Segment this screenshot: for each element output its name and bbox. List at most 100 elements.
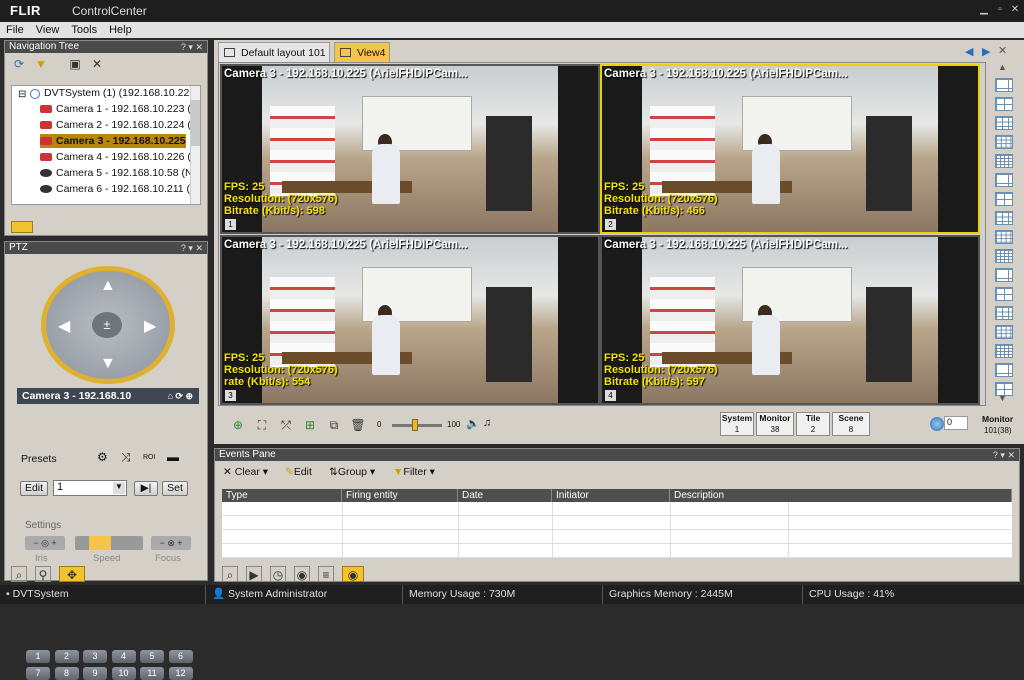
tree-item-camera-3[interactable]: Camera 3 - 192.168.10.225 (40, 134, 186, 148)
list-icon[interactable]: ≡ (318, 566, 334, 582)
filter-icon[interactable]: ▼ (33, 56, 49, 72)
video-tile[interactable]: Camera 3 - 192.168.10.225 (ArielFHDIPCam… (600, 235, 980, 405)
preset-number-button[interactable]: 4 (111, 650, 136, 663)
chevron-down-icon[interactable]: ▼ (113, 482, 125, 494)
search-person-icon[interactable]: ⌕ (11, 566, 27, 582)
layout-option-icon[interactable] (995, 154, 1013, 168)
pan-down-icon[interactable]: ▼ (100, 355, 116, 373)
tree-item-camera-4[interactable]: Camera 4 - 192.168.10.226 ( (40, 150, 191, 164)
monitor-input[interactable]: 0 (944, 416, 968, 430)
layout-option-icon[interactable] (995, 192, 1013, 206)
layout-option-icon[interactable] (995, 344, 1013, 358)
preset-number-button[interactable]: 5 (140, 650, 164, 663)
group-button[interactable]: ⇅Group ▾ (329, 466, 375, 478)
preset-number-button[interactable]: 3 (83, 650, 107, 663)
tree-scrollbar[interactable] (190, 86, 200, 204)
menu-tools[interactable]: Tools (65, 22, 103, 38)
video-tile[interactable]: Camera 3 - 192.168.10.225 (ArielFHDIPCam… (220, 235, 600, 405)
panel-controls[interactable]: ? ▾ ✕ (993, 449, 1015, 461)
layout-option-icon[interactable] (995, 325, 1013, 339)
events-table-body[interactable] (222, 502, 1012, 558)
preset-monitor-icon[interactable]: ▬ (167, 450, 179, 464)
preset-select[interactable]: 1 ▼ (53, 480, 127, 496)
column-type[interactable]: Type (222, 489, 342, 502)
add-camera-icon[interactable]: ⊕ (230, 417, 246, 433)
speed-slider[interactable] (75, 536, 143, 550)
ptz-joystick[interactable]: ▲ ▼ ◀ ▶ ± (41, 266, 175, 384)
minimize-icon[interactable]: ▁ (978, 3, 990, 16)
tab-view4[interactable]: View4 (334, 42, 390, 62)
search-icon[interactable]: ⚲ (35, 566, 51, 582)
filter-button[interactable]: ▼Filter ▾ (393, 466, 435, 478)
pan-right-icon[interactable]: ▶ (144, 316, 156, 336)
layout-option-icon[interactable] (995, 116, 1013, 130)
layout-option-icon[interactable] (995, 363, 1013, 377)
preset-tune-icon[interactable]: ⚙ (97, 450, 108, 464)
layout-scroll-down-icon[interactable]: ▼ (998, 393, 1007, 403)
edit-preset-button[interactable]: Edit (20, 481, 48, 496)
column-firing-entity[interactable]: Firing entity (342, 489, 458, 502)
tree-item-camera-5[interactable]: Camera 5 - 192.168.10.58 (N (40, 166, 193, 180)
focus-control[interactable]: − ⊗ + (151, 536, 191, 550)
iris-control[interactable]: − ◎ + (25, 536, 65, 550)
column-initiator[interactable]: Initiator (552, 489, 670, 502)
preset-number-button[interactable]: 11 (140, 667, 164, 680)
clear-button[interactable]: ✕ Clear ▾ (223, 466, 268, 478)
tab-close-icon[interactable]: ✕ (998, 44, 1007, 57)
preset-number-button[interactable]: 6 (168, 650, 193, 663)
panel-controls[interactable]: ? ▾ ✕ (181, 41, 203, 53)
layout-option-icon[interactable] (995, 249, 1013, 263)
add-tile-icon[interactable]: ⊞ (302, 417, 318, 433)
close-icon[interactable]: ✕ (1009, 3, 1021, 16)
tab-next-icon[interactable]: ▶ (982, 45, 990, 58)
layout-option-icon[interactable] (995, 211, 1013, 225)
layout-option-icon[interactable] (995, 135, 1013, 149)
ptz-joystick-icon[interactable]: ✥ (59, 566, 85, 582)
layout-scroll-up-icon[interactable]: ▲ (998, 62, 1007, 72)
maximize-icon[interactable]: ▫ (994, 3, 1006, 16)
preset-number-button[interactable]: 10 (111, 667, 136, 680)
refresh-icon[interactable]: ⟳ (11, 56, 27, 72)
play-icon[interactable]: ▶ (246, 566, 262, 582)
column-description[interactable]: Description (670, 489, 1012, 502)
swap-icon[interactable]: ⤱ (278, 417, 294, 433)
pan-left-icon[interactable]: ◀ (58, 316, 70, 336)
collapse-icon[interactable]: ⊟ (18, 89, 26, 100)
edit-button[interactable]: ✎Edit (285, 466, 312, 478)
zoom-center-icon[interactable]: ± (92, 312, 122, 338)
tab-prev-icon[interactable]: ◀ (965, 45, 973, 58)
go-preset-button[interactable]: ▶| (134, 481, 158, 496)
volume-thumb[interactable] (411, 419, 418, 431)
roi-label[interactable]: ROI (143, 454, 155, 461)
pan-up-icon[interactable]: ▲ (100, 277, 116, 295)
music-note-icon[interactable]: ♫ (483, 417, 491, 429)
search-person-icon[interactable]: ⌕ (222, 566, 238, 582)
layout-option-icon[interactable] (995, 97, 1013, 111)
delete-icon[interactable]: ✕ (89, 56, 105, 72)
tab-default-layout[interactable]: Default layout 101 (218, 42, 330, 62)
layout-option-icon[interactable] (995, 287, 1013, 301)
layout-option-icon[interactable] (995, 306, 1013, 320)
video-tile[interactable]: Camera 3 - 192.168.10.225 (ArielFHDIPCam… (220, 64, 600, 234)
preset-number-button[interactable]: 1 (26, 650, 50, 663)
column-date[interactable]: Date (458, 489, 552, 502)
speaker-icon[interactable]: 🔈 (466, 417, 480, 430)
tree-item-camera-2[interactable]: Camera 2 - 192.168.10.224 ( (40, 118, 191, 132)
preset-number-button[interactable]: 12 (168, 667, 193, 680)
set-preset-button[interactable]: Set (162, 481, 188, 496)
menu-help[interactable]: Help (103, 22, 138, 38)
snapshot-icon[interactable]: ⧉ (326, 417, 342, 433)
volume-slider[interactable] (392, 419, 442, 431)
alarm-icon[interactable]: ◉ (294, 566, 310, 582)
tree-item-camera-1[interactable]: Camera 1 - 192.168.10.223 ( (40, 102, 191, 116)
layout-option-icon[interactable] (995, 173, 1013, 187)
preset-route-icon[interactable]: ⤨ (121, 450, 131, 465)
tree-root[interactable]: DVTSystem (1) (192.168.10.222) (44, 87, 199, 99)
menu-view[interactable]: View (30, 22, 66, 38)
layout-option-icon[interactable] (995, 230, 1013, 244)
clock-icon[interactable]: ◷ (270, 566, 286, 582)
delete-icon[interactable]: 🗑 (350, 417, 366, 433)
preset-number-button[interactable]: 8 (54, 667, 79, 680)
menu-file[interactable]: File (0, 22, 30, 38)
tree-layout-icon[interactable]: ▣ (67, 56, 83, 72)
